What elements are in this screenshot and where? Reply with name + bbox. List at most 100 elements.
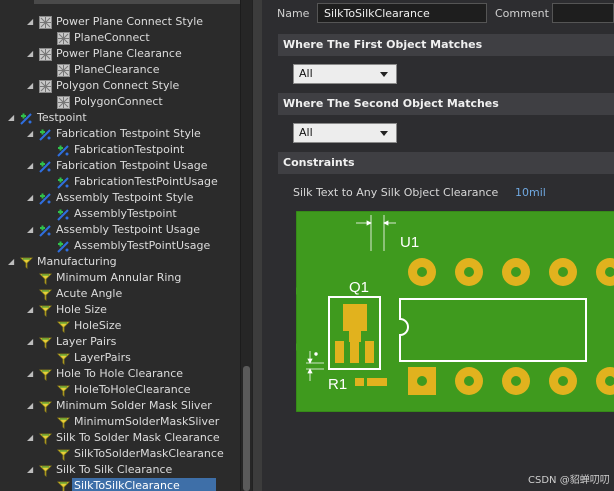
tree-item[interactable]: ◢ Manufacturing — [0, 254, 240, 270]
tree-item[interactable]: HoleSize — [0, 318, 240, 334]
r1-designator: R1 — [328, 376, 347, 393]
second-object-combo-value: All — [299, 126, 313, 139]
testpoint-rule-icon — [20, 112, 33, 125]
expand-toggle-icon[interactable]: ◢ — [27, 222, 35, 238]
tree-item-label: HoleToHoleClearance — [74, 383, 191, 396]
tree-item-label: PolygonConnect — [74, 95, 163, 108]
manufacturing-rule-icon — [57, 384, 70, 397]
expand-toggle-icon[interactable]: ◢ — [27, 430, 35, 446]
expand-toggle-icon[interactable]: ◢ — [27, 78, 35, 94]
first-object-query-combo[interactable]: All — [293, 64, 397, 84]
tree-item[interactable]: ◢ Assembly Testpoint Style — [0, 190, 240, 206]
manufacturing-rule-icon — [57, 448, 70, 461]
testpoint-rule-icon — [39, 128, 52, 141]
tree-item-label: Power Plane Connect Style — [56, 15, 204, 28]
tree-item[interactable]: AssemblyTestPointUsage — [0, 238, 240, 254]
tree-item[interactable]: MinimumSolderMaskSliver — [0, 414, 240, 430]
expand-toggle-icon[interactable]: ◢ — [8, 254, 16, 270]
tree-item-label: MinimumSolderMaskSliver — [74, 415, 220, 428]
tree-item[interactable]: PlaneClearance — [0, 62, 240, 78]
tree-item[interactable]: FabricationTestPointUsage — [0, 174, 240, 190]
tree-item-label: Silk To Solder Mask Clearance — [56, 431, 220, 444]
expand-toggle-icon[interactable]: ◢ — [27, 14, 35, 30]
comment-label: Comment — [495, 7, 549, 20]
tree-item[interactable]: ◢ Fabrication Testpoint Usage — [0, 158, 240, 174]
tree-item-label: Minimum Annular Ring — [56, 271, 182, 284]
expand-toggle-icon[interactable]: ◢ — [27, 190, 35, 206]
rule-name-field[interactable]: SilkToSilkClearance — [317, 3, 487, 23]
q1-pad — [350, 341, 359, 363]
tree-item[interactable]: ◢ Polygon Connect Style — [0, 78, 240, 94]
expand-toggle-icon[interactable]: ◢ — [27, 302, 35, 318]
manufacturing-rule-icon — [57, 480, 70, 491]
expand-toggle-icon[interactable]: ◢ — [27, 126, 35, 142]
expand-toggle-icon[interactable]: ◢ — [27, 398, 35, 414]
manufacturing-rule-icon — [39, 336, 52, 349]
manufacturing-rule-icon — [57, 416, 70, 429]
tree-item[interactable]: LayerPairs — [0, 350, 240, 366]
tree-item[interactable]: Acute Angle — [0, 286, 240, 302]
tree-item[interactable]: PolygonConnect — [0, 94, 240, 110]
name-label: Name — [277, 7, 310, 20]
tree-item[interactable]: FabricationTestpoint — [0, 142, 240, 158]
tree-item-selected[interactable]: SilkToSilkClearance — [0, 478, 240, 491]
second-object-query-combo[interactable]: All — [293, 123, 397, 143]
tree-item-label: AssemblyTestpoint — [74, 207, 177, 220]
chevron-down-icon — [380, 131, 388, 136]
tree-item[interactable]: ◢ Hole To Hole Clearance — [0, 366, 240, 382]
testpoint-rule-icon — [57, 208, 70, 221]
tree-item[interactable]: ◢ Power Plane Clearance — [0, 46, 240, 62]
tree-scrollbar-thumb[interactable] — [243, 366, 250, 491]
first-object-section-header: Where The First Object Matches — [278, 34, 614, 56]
tree-item[interactable]: ◢ Layer Pairs — [0, 334, 240, 350]
expand-toggle-icon[interactable]: ◢ — [27, 462, 35, 478]
expand-toggle-icon[interactable]: ◢ — [27, 158, 35, 174]
q1-pad — [335, 341, 344, 363]
manufacturing-rule-icon — [57, 320, 70, 333]
testpoint-rule-icon — [57, 144, 70, 157]
plane-rule-icon — [39, 16, 52, 29]
expand-toggle-icon[interactable]: ◢ — [27, 46, 35, 62]
tree-item[interactable]: ◢ Testpoint — [0, 110, 240, 126]
tree-item[interactable]: ◢ Hole Size — [0, 302, 240, 318]
tree-item[interactable]: PlaneConnect — [0, 30, 240, 46]
tree-item-label: Acute Angle — [56, 287, 123, 300]
tree-item-label: Assembly Testpoint Style — [56, 191, 194, 204]
tree-item-label: Hole To Hole Clearance — [56, 367, 184, 380]
testpoint-rule-icon — [39, 192, 52, 205]
tree-item[interactable]: ◢ Fabrication Testpoint Style — [0, 126, 240, 142]
tree-scrollbar[interactable] — [240, 0, 252, 491]
constraint-value-field[interactable]: 10mil — [515, 186, 546, 199]
manufacturing-rule-icon — [39, 400, 52, 413]
manufacturing-rule-icon — [20, 256, 33, 269]
tree-item[interactable]: ◢ Assembly Testpoint Usage — [0, 222, 240, 238]
tree-item-label: SilkToSolderMaskClearance — [74, 447, 224, 460]
tree-item[interactable]: Minimum Annular Ring — [0, 270, 240, 286]
testpoint-rule-icon — [57, 240, 70, 253]
tree-item[interactable]: AssemblyTestpoint — [0, 206, 240, 222]
first-object-combo-value: All — [299, 67, 313, 80]
tree-item[interactable]: HoleToHoleClearance — [0, 382, 240, 398]
second-object-section-header: Where The Second Object Matches — [278, 93, 614, 115]
tree-item-label: Manufacturing — [37, 255, 117, 268]
q1-pad — [365, 341, 374, 363]
tree-item-label: HoleSize — [74, 319, 122, 332]
tree-item-label: Silk To Silk Clearance — [56, 463, 173, 476]
tree-item[interactable]: SilkToSolderMaskClearance — [0, 446, 240, 462]
manufacturing-rule-icon — [39, 464, 52, 477]
tree-item-label: Testpoint — [37, 111, 87, 124]
tree-item-label: PlaneClearance — [74, 63, 160, 76]
tree-item[interactable]: ◢ Minimum Solder Mask Sliver — [0, 398, 240, 414]
tree-item-label: Power Plane Clearance — [56, 47, 182, 60]
r1-pad — [355, 378, 364, 386]
manufacturing-rule-icon — [39, 368, 52, 381]
tree-item[interactable]: ◢ Power Plane Connect Style — [0, 14, 240, 30]
tree-item[interactable]: ◢ Silk To Solder Mask Clearance — [0, 430, 240, 446]
tree-item[interactable]: ◢ Silk To Silk Clearance — [0, 462, 240, 478]
manufacturing-rule-icon — [39, 272, 52, 285]
expand-toggle-icon[interactable]: ◢ — [27, 366, 35, 382]
expand-toggle-icon[interactable]: ◢ — [27, 334, 35, 350]
expand-toggle-icon[interactable]: ◢ — [8, 110, 16, 126]
rule-comment-field[interactable] — [552, 3, 614, 23]
tree-header-strip — [34, 0, 248, 4]
